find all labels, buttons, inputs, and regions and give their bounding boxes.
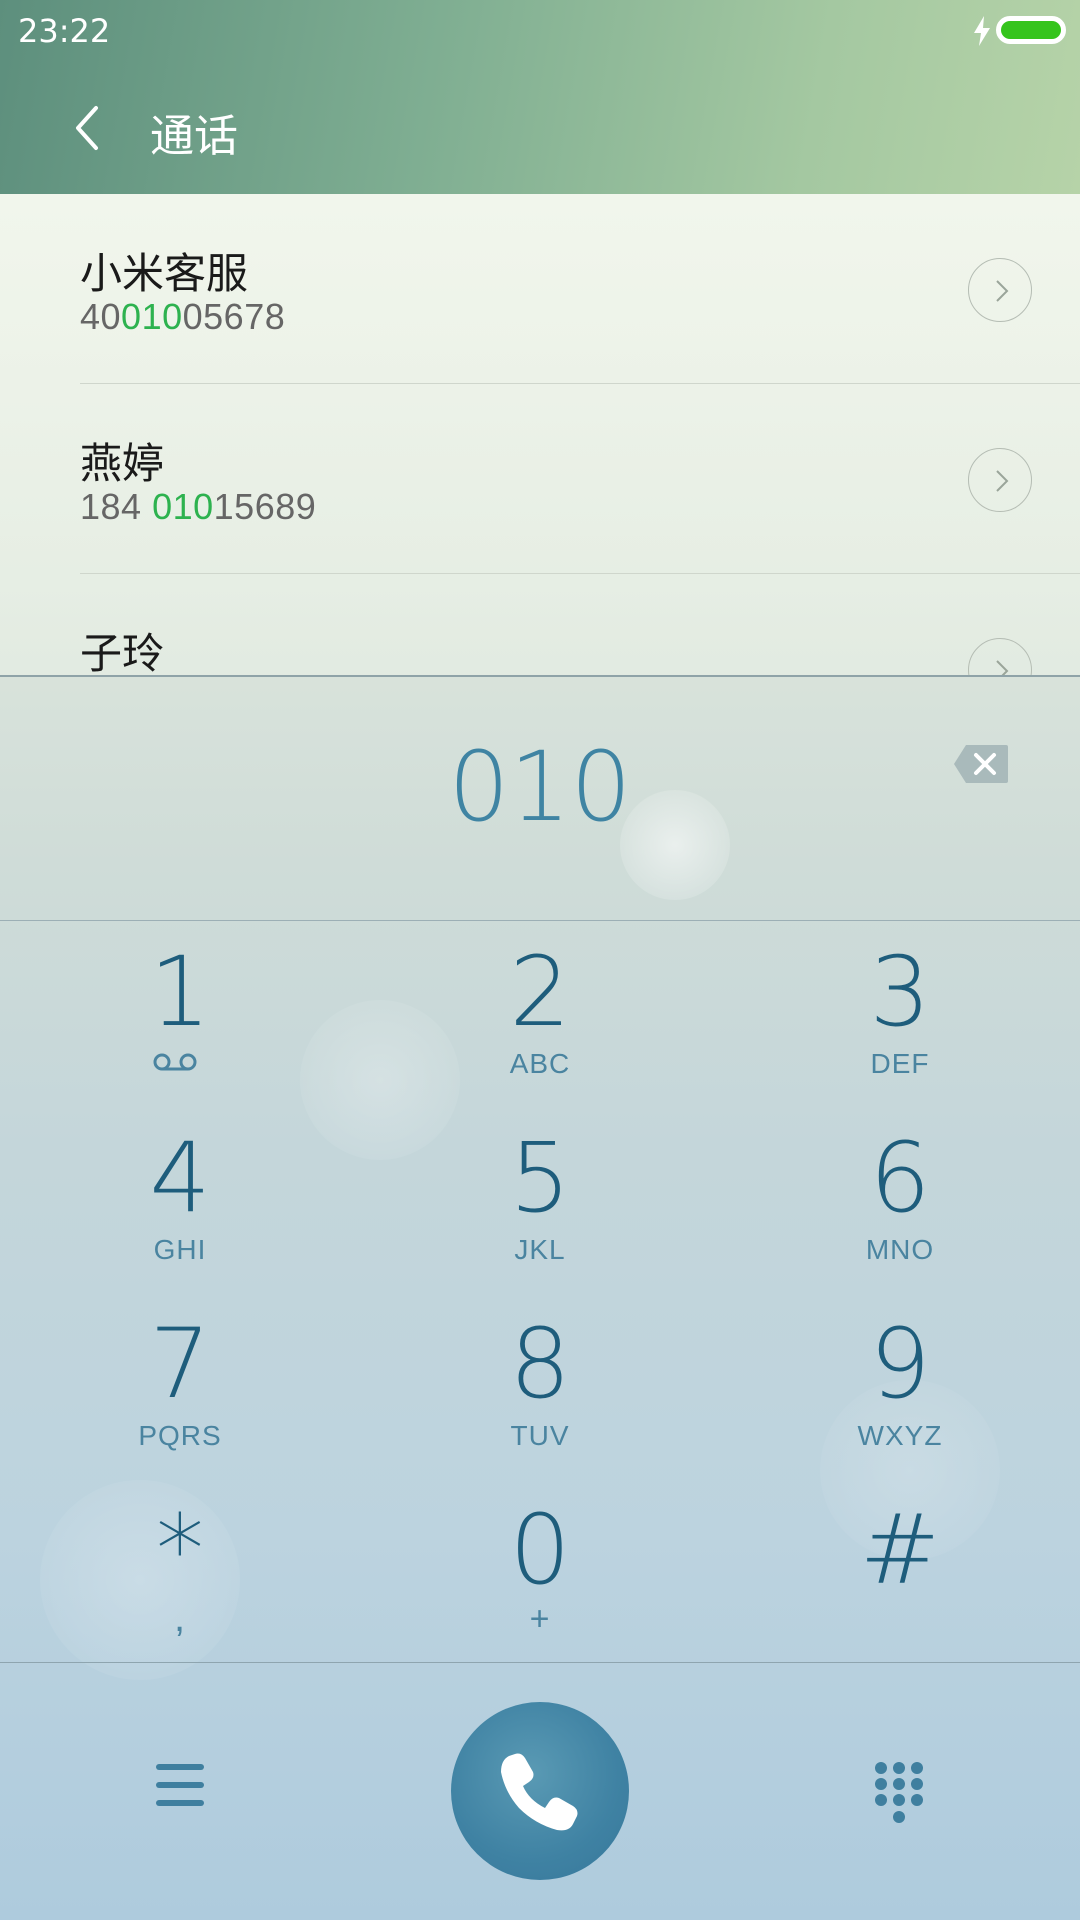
key-digit: 7 xyxy=(149,1308,211,1420)
app-header: 23:22 通话 xyxy=(0,0,1080,194)
key-digit: # xyxy=(859,1494,941,1606)
key-letters: GHI xyxy=(153,1234,207,1265)
contact-detail-button[interactable] xyxy=(968,258,1032,322)
key-digit: 8 xyxy=(509,1308,571,1420)
number-match-highlight: 010 xyxy=(121,296,183,337)
contact-detail-button[interactable] xyxy=(968,638,1032,676)
contact-name: 子玲 xyxy=(80,629,165,676)
key-letters: ABC xyxy=(509,1048,571,1079)
contact-row[interactable]: 子玲 xyxy=(0,574,1080,676)
number-match-highlight: 010 xyxy=(152,486,214,527)
key-star[interactable]: * , xyxy=(0,1480,360,1666)
contact-row[interactable]: 燕婷 184 01015689 xyxy=(0,384,1080,574)
key-letters: WXYZ xyxy=(857,1420,943,1451)
key-digit: 9 xyxy=(869,1308,931,1420)
dialpad-icon[interactable] xyxy=(872,1760,926,1826)
key-7[interactable]: 7 PQRS xyxy=(0,1294,360,1480)
key-letters: , xyxy=(173,1596,187,1640)
contact-detail-button[interactable] xyxy=(968,448,1032,512)
dialed-number: 010 xyxy=(448,731,632,843)
key-letters: JKL xyxy=(514,1234,566,1265)
chevron-right-icon xyxy=(996,470,1009,492)
key-8[interactable]: 8 TUV xyxy=(360,1294,720,1480)
dial-keypad: 1 2 ABC 3 DEF 4 GHI 5 JKL 6 MNO 7 PQRS 8… xyxy=(0,922,1080,1662)
key-5[interactable]: 5 JKL xyxy=(360,1108,720,1294)
divider xyxy=(0,920,1080,921)
status-time: 23:22 xyxy=(18,12,111,50)
contact-row[interactable]: 小米客服 4001005678 xyxy=(0,194,1080,384)
battery-icon xyxy=(996,16,1066,44)
key-letters: + xyxy=(529,1600,551,1638)
status-bar: 23:22 xyxy=(0,0,1080,62)
contact-number: 4001005678 xyxy=(80,296,286,337)
key-pound[interactable]: # xyxy=(720,1480,1080,1666)
key-digit: 3 xyxy=(869,936,931,1048)
page-title: 通话 xyxy=(150,111,238,162)
voicemail-icon xyxy=(153,1053,197,1071)
contact-name: 小米客服 xyxy=(80,249,249,298)
divider xyxy=(0,1662,1080,1663)
call-button[interactable] xyxy=(451,1702,629,1880)
contact-search-results: 小米客服 4001005678 燕婷 184 01015689 子玲 xyxy=(0,194,1080,676)
key-letters: DEF xyxy=(870,1048,930,1079)
key-digit: * xyxy=(156,1494,204,1606)
key-digit: 2 xyxy=(509,936,571,1048)
backspace-icon[interactable] xyxy=(952,743,1010,785)
chevron-right-icon xyxy=(996,660,1009,676)
charging-icon xyxy=(974,16,990,46)
key-0[interactable]: 0 + xyxy=(360,1480,720,1666)
key-3[interactable]: 3 DEF xyxy=(720,922,1080,1108)
key-letters: PQRS xyxy=(138,1420,222,1451)
menu-icon[interactable] xyxy=(156,1762,204,1808)
key-digit: 1 xyxy=(149,936,211,1048)
key-letters: TUV xyxy=(510,1420,570,1451)
back-button[interactable] xyxy=(60,98,120,158)
key-letters: MNO xyxy=(865,1234,935,1265)
key-digit: 4 xyxy=(149,1122,211,1234)
key-9[interactable]: 9 WXYZ xyxy=(720,1294,1080,1480)
chevron-right-icon xyxy=(996,280,1009,302)
key-digit: 6 xyxy=(869,1122,931,1234)
key-2[interactable]: 2 ABC xyxy=(360,922,720,1108)
contact-number: 184 01015689 xyxy=(80,486,317,527)
key-6[interactable]: 6 MNO xyxy=(720,1108,1080,1294)
phone-icon xyxy=(501,1753,578,1831)
key-digit: 0 xyxy=(509,1494,571,1606)
key-1[interactable]: 1 xyxy=(0,922,360,1108)
key-4[interactable]: 4 GHI xyxy=(0,1108,360,1294)
key-digit: 5 xyxy=(509,1122,571,1234)
dial-display: 010 xyxy=(0,677,1080,921)
contact-name: 燕婷 xyxy=(80,439,165,488)
